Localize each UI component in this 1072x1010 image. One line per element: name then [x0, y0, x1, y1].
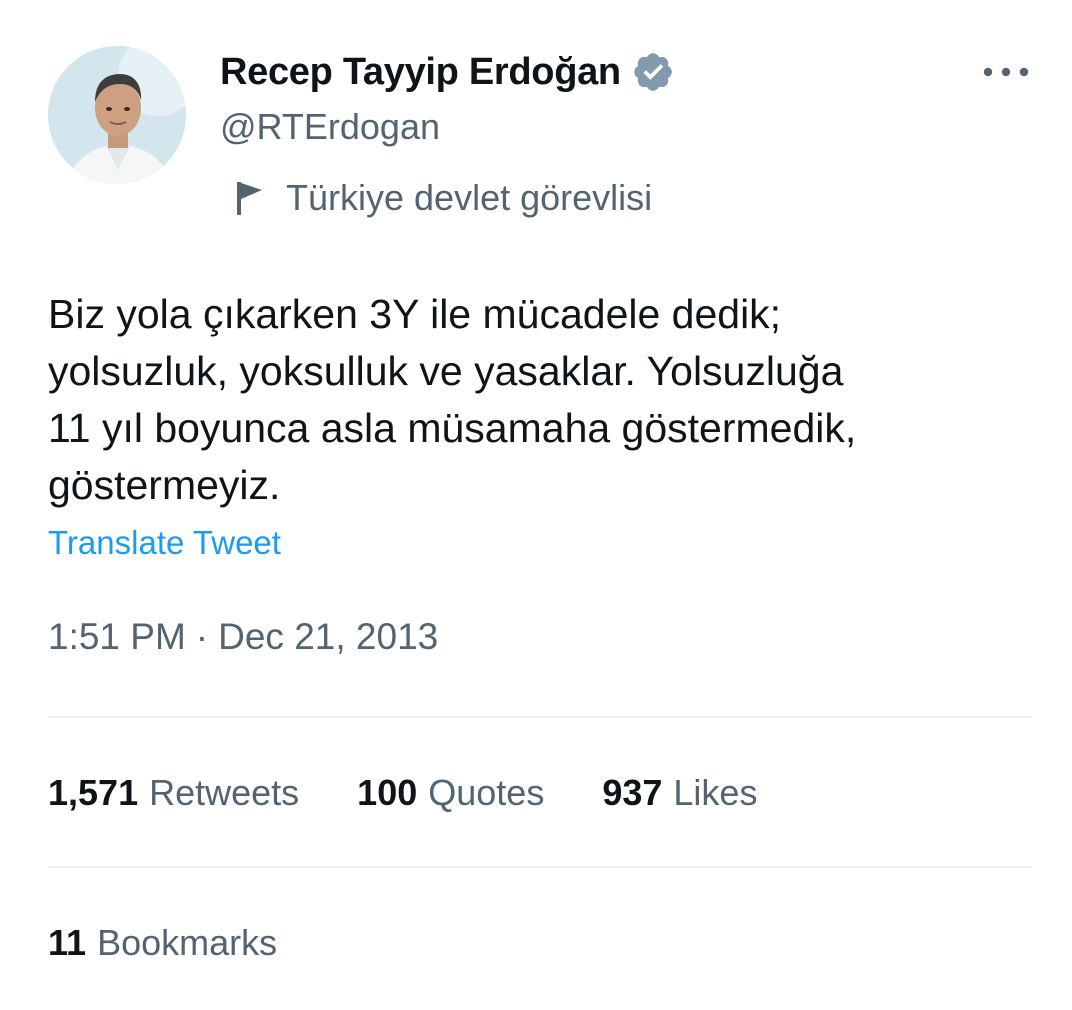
avatar-image	[48, 46, 186, 184]
quotes-count: 100	[357, 772, 418, 813]
retweets-label: Retweets	[149, 772, 300, 813]
more-options-button[interactable]	[978, 54, 1034, 90]
bookmarks-label: Bookmarks	[97, 922, 278, 963]
engagement-stats: 1,571 Retweets 100 Quotes 937 Likes	[48, 768, 815, 818]
retweets-count: 1,571	[48, 772, 139, 813]
likes-label: Likes	[673, 772, 758, 813]
avatar[interactable]	[48, 46, 186, 184]
quotes-label: Quotes	[428, 772, 545, 813]
likes-stat[interactable]: 937 Likes	[602, 772, 757, 814]
bookmarks-count: 11	[48, 922, 87, 963]
government-label-text: Türkiye devlet görevlisi	[286, 177, 653, 218]
likes-count: 937	[602, 772, 663, 813]
tweet-detail: Recep Tayyip Erdoğan @RTErdogan Türkiye …	[0, 0, 1072, 1010]
retweets-stat[interactable]: 1,571 Retweets	[48, 772, 299, 814]
quotes-stat[interactable]: 100 Quotes	[357, 772, 544, 814]
timestamp-separator: ·	[195, 616, 209, 657]
translate-tweet-link[interactable]: Translate Tweet	[48, 524, 281, 562]
tweet-time: 1:51 PM	[48, 616, 186, 657]
divider	[48, 716, 1032, 718]
author-handle[interactable]: @RTErdogan	[220, 106, 440, 148]
tweet-timestamp[interactable]: 1:51 PM · Dec 21, 2013	[48, 616, 438, 658]
more-icon	[983, 67, 1029, 77]
tweet-date: Dec 21, 2013	[218, 616, 439, 657]
author-display-name[interactable]: Recep Tayyip Erdoğan	[220, 51, 621, 94]
flag-icon	[232, 178, 266, 218]
bookmarks-stat[interactable]: 11 Bookmarks	[48, 918, 335, 968]
tweet-text: Biz yola çıkarken 3Y ile mücadele dedik;…	[48, 291, 857, 508]
divider	[48, 866, 1032, 868]
government-label[interactable]: Türkiye devlet görevlisi	[232, 174, 652, 222]
author-name-row: Recep Tayyip Erdoğan	[220, 48, 675, 96]
verified-badge-icon	[631, 50, 675, 94]
